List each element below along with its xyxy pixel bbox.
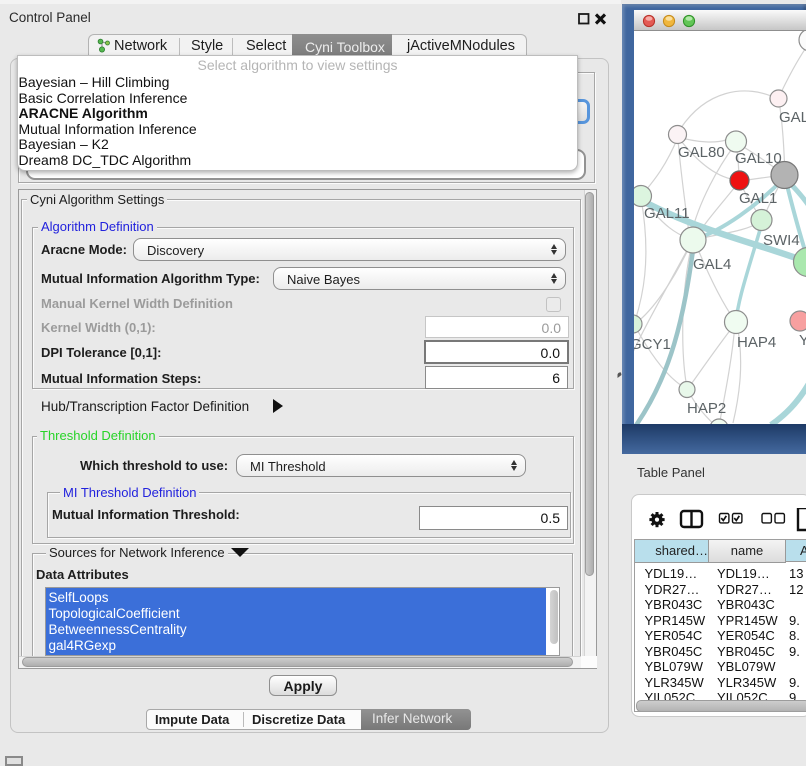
svg-text:HAP2: HAP2 [687, 400, 726, 417]
svg-text:GAL10: GAL10 [735, 150, 782, 167]
svg-text:SWI4: SWI4 [763, 232, 800, 249]
svg-text:GAL80: GAL80 [678, 144, 725, 161]
svg-text:GAL11: GAL11 [644, 205, 690, 222]
svg-text:GCY1: GCY1 [634, 336, 671, 353]
svg-text:GAL1: GAL1 [739, 190, 777, 207]
svg-text:GAL4: GAL4 [693, 256, 731, 273]
svg-text:HAP4: HAP4 [737, 334, 776, 351]
svg-text:Y: Y [799, 332, 806, 349]
svg-text:GAL2: GAL2 [779, 109, 806, 126]
